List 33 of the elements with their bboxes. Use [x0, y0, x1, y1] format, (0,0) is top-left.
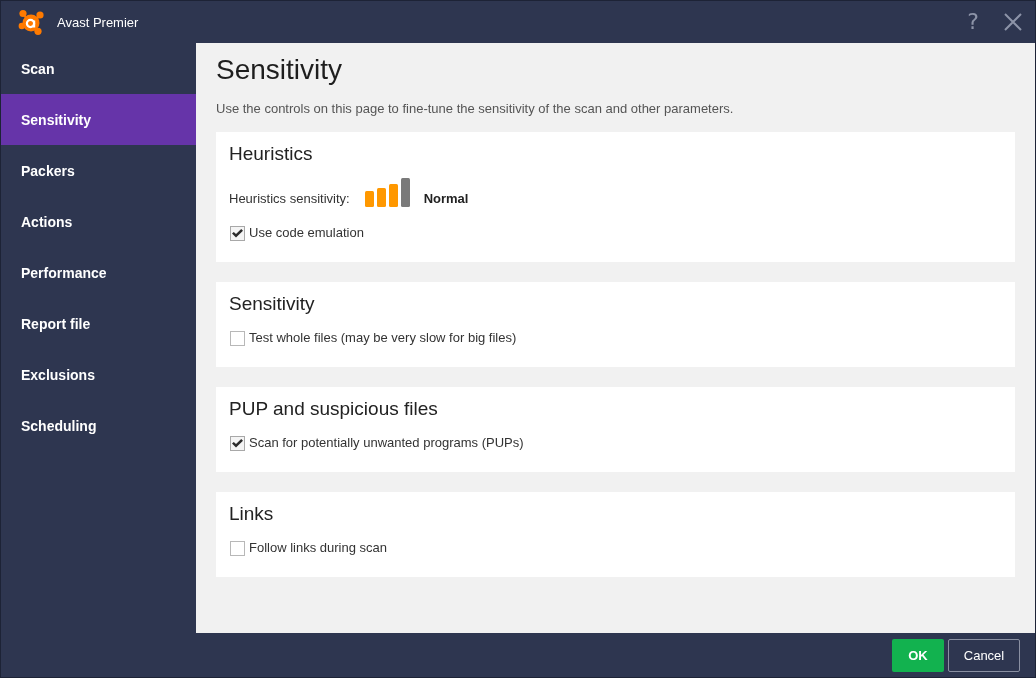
section-heading: PUP and suspicious files — [229, 398, 438, 420]
sidebar-item[interactable]: Packers — [1, 145, 196, 196]
sensitivity-meter[interactable] — [364, 177, 411, 207]
page-title: Sensitivity — [216, 53, 343, 87]
page-description: Use the controls on this page to fine-tune the sensitivity of the scan and other parameters. — [216, 100, 734, 118]
logo-icon — [18, 9, 44, 35]
sidebar-item[interactable]: Exclusions — [1, 349, 196, 400]
close-icon — [1004, 13, 1022, 31]
checkbox-label[interactable]: Test whole files (may be very slow for big files) — [249, 330, 517, 346]
close-button[interactable] — [1003, 12, 1023, 32]
meter-label: Heuristics sensitivity: — [229, 191, 350, 207]
checkbox[interactable] — [230, 330, 245, 346]
section-heading: Heuristics — [229, 143, 313, 165]
checkmark-icon — [232, 228, 243, 238]
checkbox[interactable] — [230, 435, 245, 451]
section-heading: Links — [229, 503, 274, 525]
window-title: Avast Premier — [57, 14, 140, 30]
sensitivity-value: Normal — [423, 191, 469, 207]
checkbox[interactable] — [230, 540, 245, 556]
sidebar-item[interactable]: Performance — [1, 247, 196, 298]
checkbox[interactable] — [230, 225, 245, 241]
cancel-button[interactable]: Cancel — [948, 638, 1020, 672]
checkbox-label[interactable]: Use code emulation — [249, 225, 364, 241]
section-heading: Sensitivity — [229, 293, 315, 315]
sidebar-item[interactable]: Scan — [1, 43, 196, 94]
sidebar-item[interactable]: Sensitivity — [1, 94, 196, 145]
sidebar-item[interactable]: Actions — [1, 196, 196, 247]
checkbox-label[interactable]: Scan for potentially unwanted programs (PUPs) — [249, 435, 524, 451]
checkmark-icon — [232, 438, 243, 448]
sidebar-item[interactable]: Report file — [1, 298, 196, 349]
checkbox-label[interactable]: Follow links during scan — [249, 540, 387, 556]
sidebar-item[interactable]: Scheduling — [1, 400, 196, 451]
help-button[interactable]: ? — [963, 8, 983, 36]
